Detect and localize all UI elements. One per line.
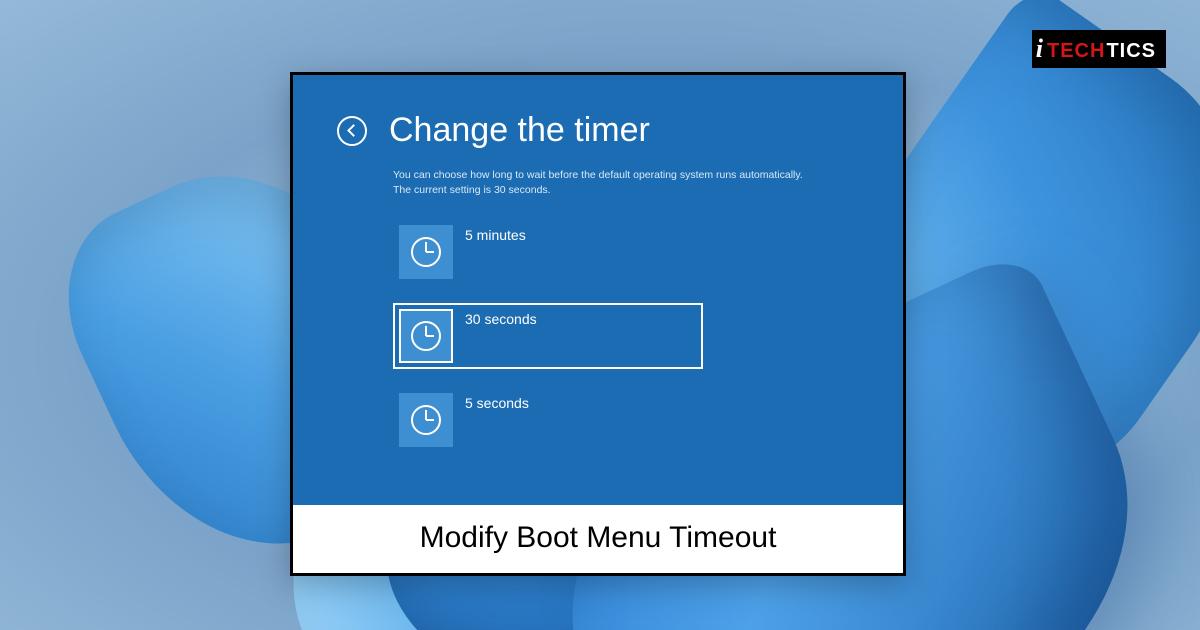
winre-header: Change the timer [337, 111, 859, 150]
timer-option-5-seconds[interactable]: 5 seconds [393, 387, 703, 453]
option-label: 30 seconds [465, 309, 537, 327]
page-description: You can choose how long to wait before t… [393, 168, 823, 197]
caption-text: Modify Boot Menu Timeout [303, 521, 893, 555]
caption-bar: Modify Boot Menu Timeout [293, 505, 903, 573]
back-arrow-icon [347, 124, 360, 137]
option-label: 5 seconds [465, 393, 529, 411]
winre-screen: Change the timer You can choose how long… [293, 75, 903, 505]
screenshot-card: Change the timer You can choose how long… [290, 72, 906, 576]
timer-option-5-minutes[interactable]: 5 minutes [393, 219, 703, 285]
clock-icon [399, 309, 453, 363]
back-button[interactable] [337, 116, 367, 146]
option-label: 5 minutes [465, 225, 526, 243]
clock-icon [399, 225, 453, 279]
page-title: Change the timer [389, 111, 650, 150]
clock-icon [399, 393, 453, 447]
timer-option-30-seconds[interactable]: 30 seconds [393, 303, 703, 369]
itechtics-logo: i TECH TICS [1032, 30, 1166, 68]
timer-options-list: 5 minutes 30 seconds 5 seconds [393, 219, 859, 453]
